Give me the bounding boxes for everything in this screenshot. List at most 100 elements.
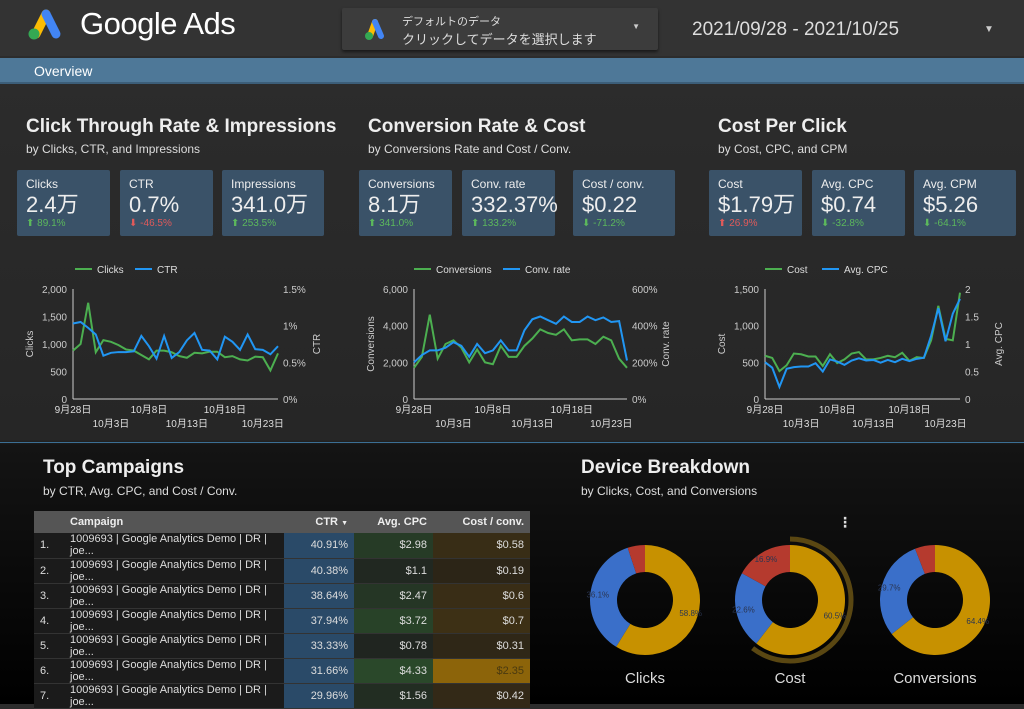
campaign-name-cell: 1009693 | Google Analytics Demo | DR | j…: [64, 683, 284, 709]
scorecard-conv-rate: Conv. rate 332.37% ⬆ 133.2%: [462, 170, 558, 236]
y2-axis-label: Avg. CPC: [994, 322, 1005, 366]
legend-label: Avg. CPC: [844, 265, 888, 276]
cost-per-conv-cell: $0.6: [433, 583, 530, 609]
rank-cell: 4.: [34, 608, 64, 634]
slice-label: 22.6%: [732, 605, 755, 614]
section-subtitle: by Conversions Rate and Cost / Conv.: [368, 142, 572, 156]
avg-cpc-cell: $2.47: [354, 583, 433, 609]
avg-cpc-cell: $2.98: [354, 533, 433, 559]
x-tick-label: 9月28日: [747, 404, 784, 416]
scorecard-avg-cpc: Avg. CPC $0.74 ⬇ -32.8%: [812, 170, 905, 236]
scorecard-change: ⬇ -71.2%: [582, 218, 675, 229]
section-subtitle: by Cost, CPC, and CPM: [718, 142, 848, 156]
section-title: Cost Per Click: [718, 116, 847, 137]
table-row[interactable]: 2. 1009693 | Google Analytics Demo | DR |…: [34, 558, 530, 584]
scorecard-value: $5.26: [923, 192, 979, 217]
change-value: -32.8%: [832, 218, 864, 229]
divider: [0, 442, 1024, 443]
table-row[interactable]: 5. 1009693 | Google Analytics Demo | DR |…: [34, 633, 530, 659]
tab-overview[interactable]: Overview: [34, 63, 92, 79]
table-row[interactable]: 4. 1009693 | Google Analytics Demo | DR |…: [34, 608, 530, 634]
ctr-cell: 40.91%: [284, 533, 354, 559]
table-row[interactable]: 6. 1009693 | Google Analytics Demo | DR |…: [34, 658, 530, 684]
section-title: Device Breakdown: [581, 457, 750, 478]
change-value: -71.2%: [593, 218, 625, 229]
ctr-header[interactable]: CTR ▼: [284, 511, 354, 533]
ctr-header-label: CTR: [315, 516, 338, 528]
y2-tick-label: 1: [965, 340, 971, 351]
scorecard-change: ⬆ 253.5%: [231, 218, 324, 229]
y2-tick-label: 1.5: [965, 313, 979, 324]
section-title: Top Campaigns: [43, 457, 185, 478]
scorecard-avg-cpm: Avg. CPM $5.26 ⬇ -64.1%: [914, 170, 1016, 236]
scorecard-change: ⬆ 133.2%: [471, 218, 555, 229]
donut-cost[interactable]: 60.5% 22.6% 16.9% Cost: [732, 536, 854, 687]
slice-label: 29.7%: [878, 583, 901, 592]
scorecard-value: 8.1万: [368, 192, 421, 217]
change-value: 26.9%: [729, 218, 758, 229]
change-value: 253.5%: [242, 218, 277, 229]
legend-item[interactable]: Avg. CPC: [822, 265, 888, 276]
scorecard-change: ⬆ 341.0%: [368, 218, 452, 229]
y2-tick-label: 0.5: [965, 368, 979, 379]
date-range-picker[interactable]: 2021/09/28 - 2021/10/25: [692, 19, 899, 41]
donut-label: Clicks: [625, 670, 665, 687]
chevron-down-icon: ▼: [632, 22, 640, 31]
scorecard-conversions: Conversions 8.1万 ⬆ 341.0%: [359, 170, 452, 236]
page-nav: Overview: [0, 58, 1024, 84]
donut-label: Conversions: [893, 670, 976, 687]
rank-cell: 2.: [34, 558, 64, 584]
scorecard-label: Conversions: [368, 177, 435, 191]
arrow-up-icon: ⬆: [231, 218, 240, 229]
table-row[interactable]: 3. 1009693 | Google Analytics Demo | DR |…: [34, 583, 530, 609]
campaign-header[interactable]: Campaign: [64, 511, 284, 533]
scorecard-value: 332.37%: [471, 192, 558, 217]
scorecard-change: ⬆ 26.9%: [718, 218, 802, 229]
section-subtitle: by CTR, Avg. CPC, and Cost / Conv.: [43, 484, 238, 498]
cost-per-conv-cell: $0.7: [433, 608, 530, 634]
chevron-down-icon[interactable]: ▼: [984, 24, 994, 35]
datasource-selector[interactable]: デフォルトのデータ クリックしてデータを選択します ▼: [342, 8, 658, 50]
section-subtitle: by Clicks, CTR, and Impressions: [26, 142, 201, 156]
x-tick-label: 10月8日: [819, 404, 856, 416]
x-tick-label: 10月3日: [783, 418, 820, 430]
arrow-up-icon: ⬆: [718, 218, 727, 229]
slice-label: 60.5%: [824, 611, 847, 620]
avg-cpc-cell: $0.78: [354, 633, 433, 659]
change-value: -46.5%: [140, 218, 172, 229]
device-breakdown-donuts: 58.8% 36.1% Clicks 60.5% 22.6% 16.9% Cost 64.4%…: [586, 536, 990, 687]
scorecard-label: Cost: [718, 177, 743, 191]
ctr-cell: 37.94%: [284, 608, 354, 634]
scorecard-label: Avg. CPC: [821, 177, 874, 191]
legend-item[interactable]: Cost: [765, 265, 808, 276]
change-value: -64.1%: [934, 218, 966, 229]
cost-per-conv-cell: $0.19: [433, 558, 530, 584]
ctr-cell: 29.96%: [284, 683, 354, 709]
app-title: Google Ads: [80, 6, 236, 41]
avg-cpc-cell: $1.56: [354, 683, 433, 709]
scorecard-label: Cost / conv.: [582, 177, 645, 191]
line-chart: Cost Avg. CPC05001,0001,50000.511.52Cost A…: [717, 265, 1005, 430]
cost-per-conv-cell: $0.58: [433, 533, 530, 559]
donut-clicks[interactable]: 58.8% 36.1% Clicks: [586, 545, 702, 687]
datasource-name: デフォルトのデータ: [402, 16, 501, 28]
arrow-down-icon: ⬇: [821, 218, 830, 229]
slice-label: 36.1%: [586, 590, 609, 599]
cpc-header[interactable]: Avg. CPC: [354, 511, 433, 533]
cost-per-conv-cell: $2.35: [433, 658, 530, 684]
donut-conversions[interactable]: 64.4% 29.7% Conversions: [878, 545, 990, 687]
table-row[interactable]: 1. 1009693 | Google Analytics Demo | DR |…: [34, 533, 530, 559]
campaigns-table: Campaign CTR ▼ Avg. CPC Cost / conv. 1. 1…: [34, 511, 530, 709]
y2-tick-label: 2: [965, 285, 971, 296]
donut-label: Cost: [775, 670, 807, 687]
scorecard-value: 2.4万: [26, 192, 79, 217]
table-row[interactable]: 7. 1009693 | Google Analytics Demo | DR |…: [34, 683, 530, 709]
avg-cpc-cell: $1.1: [354, 558, 433, 584]
x-tick-label: 10月18日: [888, 404, 930, 416]
cost-conv-header[interactable]: Cost / conv.: [433, 511, 530, 533]
scorecard-value: $1.79万: [718, 192, 796, 217]
rank-cell: 5.: [34, 633, 64, 659]
rank-header: [34, 511, 64, 533]
ctr-cell: 38.64%: [284, 583, 354, 609]
scorecard-label: Impressions: [231, 177, 296, 191]
